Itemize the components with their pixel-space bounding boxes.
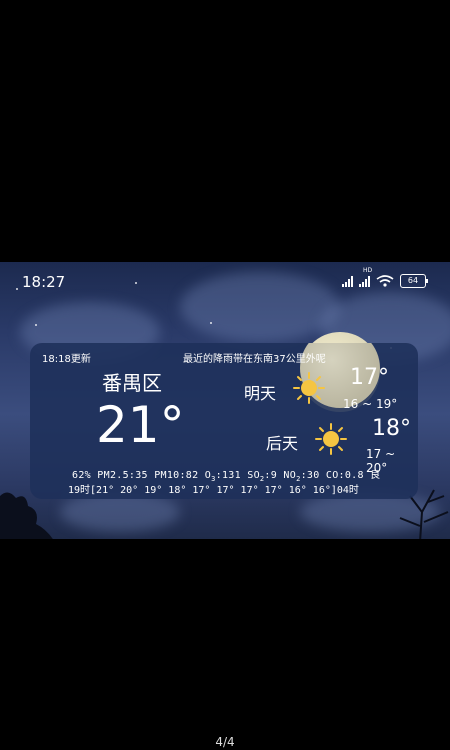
no2: NO2:30 [283, 470, 320, 483]
pm10: PM10:82 [154, 470, 199, 481]
hd-label: HD [363, 267, 373, 274]
status-icons: HD 64 [342, 267, 428, 288]
no2-label: NO [283, 470, 297, 481]
signal-icon [342, 275, 353, 287]
pm25: PM2.5:35 [97, 470, 148, 481]
so2-label: SO [247, 470, 260, 481]
forecast-temp-1: 17° [350, 365, 389, 390]
wifi-icon [376, 275, 394, 287]
signal-icon [359, 275, 370, 287]
status-time: 18:27 [22, 273, 66, 291]
o3: O3:131 [205, 470, 241, 483]
hourly-forecast: 19时[21° 20° 19° 18° 17° 17° 17° 17° 16° … [68, 485, 359, 496]
battery-icon: 64 [400, 274, 428, 288]
rain-alert: 最近的降雨带在东南37公里外呢 [183, 354, 326, 365]
sun-icon [293, 372, 325, 404]
forecast-day-2: 后天 [266, 434, 299, 453]
so2: SO2:9 [247, 470, 278, 483]
forecast-range-1: 16 ~ 19° [343, 397, 398, 411]
weather-widget[interactable]: 18:18更新 最近的降雨带在东南37公里外呢 番禺区 21° 明天 17° 1… [30, 343, 418, 499]
signal-hd-group: HD [359, 267, 372, 287]
status-bar: 18:27 HD 64 [0, 262, 450, 302]
aqi-level: 良 [370, 470, 381, 481]
sun-icon [315, 423, 347, 455]
so2-value: :9 [264, 470, 278, 481]
forecast-temp-2: 18° [372, 416, 411, 441]
update-time: 18:18更新 [42, 354, 91, 365]
forecast-day-1: 明天 [244, 384, 277, 403]
current-temperature: 21° [96, 396, 185, 454]
o3-value: :131 [215, 470, 241, 481]
star [35, 324, 37, 326]
page-indicator: 4/4 [215, 735, 235, 749]
humidity: 62% [72, 470, 91, 481]
district-name: 番禺区 [102, 371, 162, 395]
star [210, 322, 212, 324]
co: CO:0.8 [325, 470, 364, 481]
no2-value: :30 [300, 470, 320, 481]
